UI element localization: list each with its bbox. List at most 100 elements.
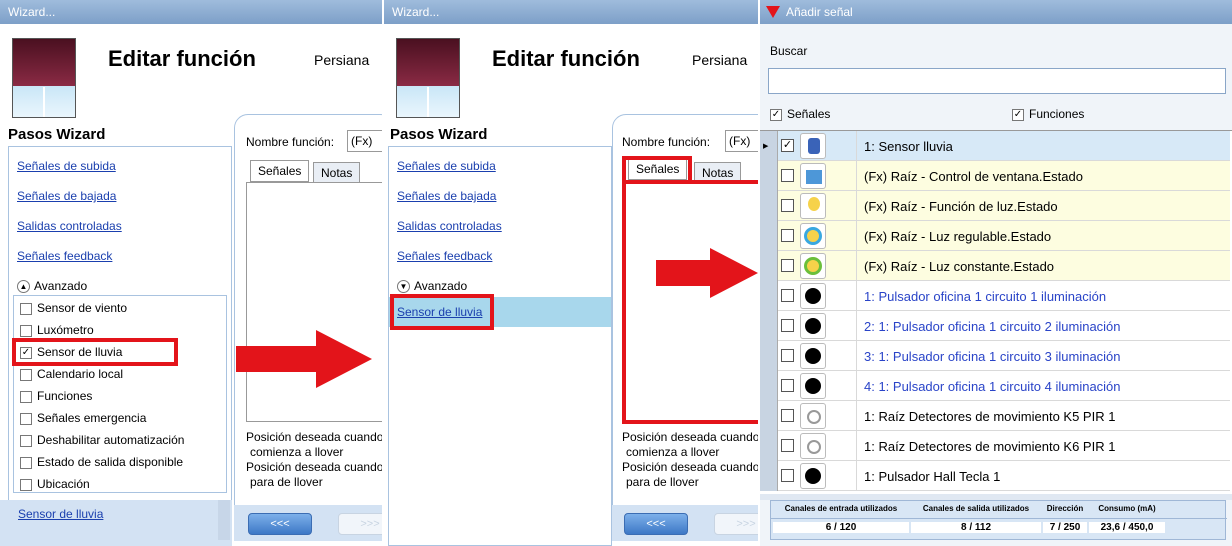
row-selector[interactable] [760, 191, 778, 221]
signal-row[interactable]: (Fx) Raíz - Luz regulable.Estado [760, 221, 1230, 251]
checkbox-checked[interactable]: ✓ [1012, 108, 1024, 121]
advanced-toggle[interactable]: ▲ Avanzado [17, 279, 88, 294]
pos-start-label: Posición deseada cuando [246, 430, 382, 444]
checkbox[interactable] [781, 229, 794, 242]
signal-label: 1: Pulsador oficina 1 circuito 1 ilumina… [864, 289, 1107, 304]
link-sensor-lluvia[interactable]: Sensor de lluvia [18, 507, 103, 521]
checkbox[interactable] [781, 289, 794, 302]
option-label: Ubicación [37, 477, 90, 491]
checkbox[interactable] [781, 379, 794, 392]
row-selector[interactable] [760, 341, 778, 371]
checkbox[interactable] [20, 456, 32, 469]
checkbox[interactable] [20, 434, 32, 447]
checkbox[interactable] [781, 349, 794, 362]
option-estado-salida[interactable]: Estado de salida disponible [20, 455, 183, 469]
option-label: Luxómetro [37, 323, 94, 337]
checkbox[interactable] [781, 199, 794, 212]
row-selector[interactable] [760, 461, 778, 491]
checkbox[interactable] [20, 390, 32, 403]
row-selector[interactable] [760, 281, 778, 311]
advanced-toggle[interactable]: ▼ Avanzado [397, 279, 467, 294]
link-senales-bajada[interactable]: Señales de bajada [17, 189, 116, 203]
signal-row[interactable]: 2: 1: Pulsador oficina 1 circuito 2 ilum… [760, 311, 1230, 341]
checkbox[interactable] [781, 259, 794, 272]
chevron-down-icon: ▼ [397, 280, 410, 294]
scrollbar[interactable] [218, 500, 230, 540]
checkbox-checked[interactable]: ✓ [770, 108, 782, 121]
checkbox[interactable] [781, 319, 794, 332]
signal-row[interactable]: (Fx) Raíz - Control de ventana.Estado [760, 161, 1230, 191]
name-field[interactable]: (Fx) [347, 130, 382, 152]
signal-label: 1: Pulsador Hall Tecla 1 [864, 469, 1001, 484]
checkbox[interactable] [781, 409, 794, 422]
checkbox[interactable] [781, 439, 794, 452]
signal-row[interactable]: (Fx) Raíz - Función de luz.Estado [760, 191, 1230, 221]
tab-notas[interactable]: Notas [313, 162, 361, 184]
checkbox[interactable] [20, 478, 32, 491]
option-deshabilitar-automatizacion[interactable]: Deshabilitar automatización [20, 433, 184, 447]
option-calendario-local[interactable]: Calendario local [20, 367, 123, 381]
signal-row[interactable]: 1: Raíz Detectores de movimiento K6 PIR … [760, 431, 1230, 461]
link-senales-feedback[interactable]: Señales feedback [397, 249, 492, 263]
signal-row[interactable]: 3: 1: Pulsador oficina 1 circuito 3 ilum… [760, 341, 1230, 371]
option-label: Sensor de viento [37, 301, 128, 315]
pos-start-label-2: comienza a llover [250, 445, 344, 459]
row-selector[interactable] [760, 431, 778, 461]
pos-start-label-2: comienza a llover [626, 445, 720, 459]
checkbox[interactable] [20, 368, 32, 381]
signal-label: 3: 1: Pulsador oficina 1 circuito 3 ilum… [864, 349, 1121, 364]
signal-row[interactable]: 1: Raíz Detectores de movimiento K5 PIR … [760, 401, 1230, 431]
signal-row[interactable]: (Fx) Raíz - Luz constante.Estado [760, 251, 1230, 281]
next-button[interactable]: >>> [338, 513, 382, 535]
back-button[interactable]: <<< [624, 513, 688, 535]
option-luxometro[interactable]: Luxómetro [20, 323, 94, 337]
option-senales-emergencia[interactable]: Señales emergencia [20, 411, 146, 425]
column-divider [856, 371, 857, 401]
row-selector[interactable] [760, 161, 778, 191]
link-senales-feedback[interactable]: Señales feedback [17, 249, 112, 263]
signal-row[interactable]: 1: Pulsador oficina 1 circuito 1 ilumina… [760, 281, 1230, 311]
link-senales-subida[interactable]: Señales de subida [17, 159, 116, 173]
row-selector[interactable] [760, 371, 778, 401]
checkbox[interactable] [20, 324, 32, 337]
stat-input-header: Canales de entrada utilizados [784, 504, 898, 513]
window-title: Añadir señal [760, 0, 1232, 24]
back-button[interactable]: <<< [248, 513, 312, 535]
blind-icon [12, 38, 76, 118]
option-funciones[interactable]: Funciones [20, 389, 92, 403]
link-senales-subida[interactable]: Señales de subida [397, 159, 496, 173]
checkbox[interactable] [781, 169, 794, 182]
column-divider [856, 431, 857, 461]
signal-row[interactable]: 4: 1: Pulsador oficina 1 circuito 4 ilum… [760, 371, 1230, 401]
option-sensor-viento[interactable]: Sensor de viento [20, 301, 127, 315]
stat-output-value: 8 / 112 [911, 522, 1041, 533]
checkbox-checked[interactable]: ✓ [781, 139, 794, 152]
next-button[interactable]: >>> [714, 513, 758, 535]
checkbox[interactable] [20, 412, 32, 425]
link-salidas-controladas[interactable]: Salidas controladas [397, 219, 502, 233]
checkbox[interactable] [20, 302, 32, 315]
filter-funciones[interactable]: ✓ Funciones [1012, 107, 1084, 121]
filter-senales[interactable]: ✓ Señales [770, 107, 830, 121]
search-input[interactable] [768, 68, 1226, 94]
pos-stop-label-2: para de llover [626, 475, 699, 489]
row-selector[interactable] [760, 221, 778, 251]
checkbox[interactable] [781, 469, 794, 482]
option-label: Calendario local [37, 367, 124, 381]
name-field[interactable]: (Fx) [725, 130, 758, 152]
link-senales-bajada[interactable]: Señales de bajada [397, 189, 496, 203]
row-selector[interactable] [760, 311, 778, 341]
stat-consumption-header: Consumo (mA) [1098, 504, 1156, 513]
header: Editar función Persiana [0, 24, 382, 120]
tab-senales[interactable]: Señales [250, 160, 310, 182]
row-selector[interactable] [760, 251, 778, 281]
row-selector[interactable]: ▶ [760, 131, 778, 161]
row-selector[interactable] [760, 401, 778, 431]
advanced-label: Avanzado [34, 279, 88, 293]
link-salidas-controladas[interactable]: Salidas controladas [17, 219, 122, 233]
signal-label: (Fx) Raíz - Luz regulable.Estado [864, 229, 1052, 244]
signal-label: 2: 1: Pulsador oficina 1 circuito 2 ilum… [864, 319, 1121, 334]
option-ubicacion[interactable]: Ubicación [20, 477, 90, 491]
signal-row[interactable]: ▶ ✓ 1: Sensor lluvia [760, 131, 1230, 161]
signal-row[interactable]: 1: Pulsador Hall Tecla 1 [760, 461, 1230, 491]
